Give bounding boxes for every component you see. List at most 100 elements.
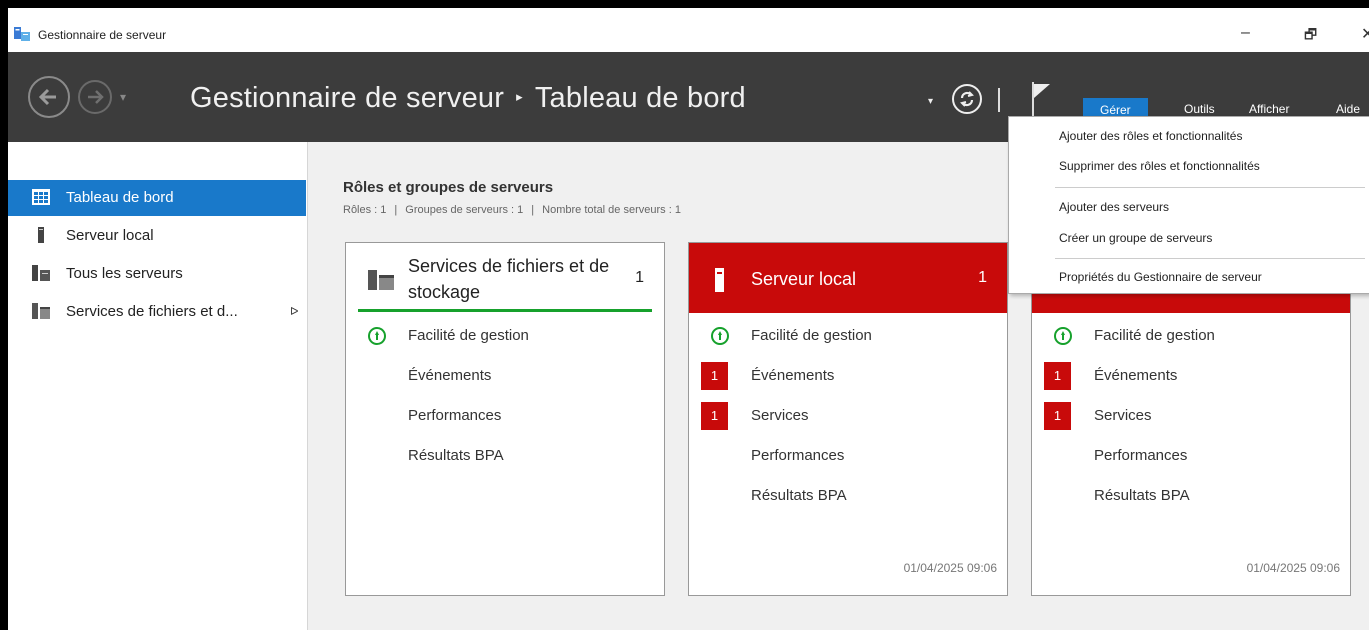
sidebar-item-label: Tous les serveurs (66, 265, 183, 282)
tile-row-bpa[interactable]: Résultats BPA (689, 481, 1007, 511)
breadcrumb: Gestionnaire de serveur ▸ Tableau de bord (190, 82, 746, 115)
server-manager-app-icon (14, 27, 30, 41)
tile-row-manageability[interactable]: Facilité de gestion (1032, 321, 1350, 351)
row-label: Performances (408, 407, 502, 424)
tile-file-storage-services: Services de fichiers et de stockage 1 Fa… (345, 242, 665, 596)
sidebar-item-dashboard[interactable]: Tableau de bord (8, 180, 306, 216)
tile-local-server: Serveur local 1 Facilité de gestion 1 Év… (688, 242, 1008, 596)
menu-item-remove-roles[interactable]: Supprimer des rôles et fonctionnalités (1009, 153, 1369, 181)
tile-timestamp: 01/04/2025 09:06 (1246, 561, 1340, 575)
status-ok-icon (368, 327, 386, 345)
section-stats: Rôles : 1 | Groupes de serveurs : 1 | Nombre… (343, 204, 681, 216)
alert-count-badge: 1 (701, 402, 728, 430)
file-services-icon (32, 303, 50, 319)
refresh-dropdown-icon[interactable]: ▾ (928, 96, 933, 107)
status-ok-icon (711, 327, 729, 345)
menu-divider (1055, 258, 1365, 259)
arrow-right-icon (88, 90, 104, 104)
servers-icon (32, 265, 50, 281)
row-label: Facilité de gestion (408, 327, 529, 344)
restore-button[interactable]: 🗗 (1304, 24, 1317, 48)
sidebar-item-label: Services de fichiers et d... (66, 303, 238, 320)
back-button[interactable] (28, 76, 70, 118)
dashboard-grid-icon (32, 189, 50, 205)
row-label: Résultats BPA (408, 447, 504, 464)
menu-item-label: Supprimer des rôles et fonctionnalités (1059, 159, 1260, 173)
menu-item-label: Ajouter des rôles et fonctionnalités (1059, 129, 1243, 143)
stat-roles: Rôles : 1 (343, 204, 387, 216)
manage-dropdown-menu: Ajouter des rôles et fonctionnalités Sup… (1008, 116, 1369, 294)
tile-title: Serveur local (751, 269, 857, 289)
tile-row-manageability[interactable]: Facilité de gestion (689, 321, 1007, 351)
close-button[interactable]: ✕ (1361, 24, 1369, 44)
tile-title: Services de fichiers et de stockage (408, 256, 610, 302)
menu-divider (1055, 187, 1365, 188)
tile-row-bpa[interactable]: Résultats BPA (346, 441, 664, 471)
sidebar-item-local-server[interactable]: Serveur local (8, 218, 306, 254)
server-icon (38, 227, 44, 243)
file-services-icon (368, 270, 394, 290)
history-dropdown-icon[interactable]: ▾ (120, 90, 126, 104)
notifications-flag-icon[interactable] (1030, 82, 1052, 116)
row-label: Résultats BPA (751, 487, 847, 504)
header-divider (998, 88, 1000, 112)
sidebar-item-label: Tableau de bord (66, 189, 174, 206)
tile-row-events[interactable]: 1 Événements (1032, 361, 1350, 391)
server-icon (715, 268, 724, 292)
breadcrumb-root[interactable]: Gestionnaire de serveur (190, 82, 504, 114)
stat-groups: Groupes de serveurs : 1 (405, 204, 524, 216)
tile-row-services[interactable]: 1 Services (689, 401, 1007, 431)
menu-item-add-servers[interactable]: Ajouter des serveurs (1009, 194, 1369, 222)
tile-row-bpa[interactable]: Résultats BPA (1032, 481, 1350, 511)
row-label: Services (751, 407, 809, 424)
tile-row-services[interactable]: 1 Services (1032, 401, 1350, 431)
row-label: Événements (1094, 367, 1178, 384)
stat-separator: | (394, 204, 398, 216)
tile-row-performance[interactable]: Performances (689, 441, 1007, 471)
menu-item-label: Ajouter des serveurs (1059, 200, 1170, 214)
tile-row-events[interactable]: Événements (346, 361, 664, 391)
row-label: Services (1094, 407, 1152, 424)
tile-header[interactable]: Serveur local 1 (689, 243, 1007, 313)
row-label: Performances (1094, 447, 1188, 464)
sidebar-item-all-servers[interactable]: Tous les serveurs (8, 256, 306, 292)
row-label: Événements (751, 367, 835, 384)
stat-separator: | (531, 204, 535, 216)
tile-row-events[interactable]: 1 Événements (689, 361, 1007, 391)
expand-arrow-icon[interactable]: ᐅ (290, 305, 298, 318)
refresh-icon[interactable] (952, 84, 982, 114)
arrow-left-icon (38, 88, 56, 106)
status-ok-line (358, 309, 652, 312)
forward-button[interactable] (78, 80, 112, 114)
menu-item-label: Propriétés du Gestionnaire de serveur (1059, 270, 1262, 284)
breadcrumb-current: Tableau de bord (534, 82, 746, 114)
menu-item-add-roles[interactable]: Ajouter des rôles et fonctionnalités (1009, 123, 1369, 151)
title-bar: Gestionnaire de serveur – 🗗 ✕ (8, 8, 1369, 52)
row-label: Facilité de gestion (751, 327, 872, 344)
tile-row-performance[interactable]: Performances (346, 401, 664, 431)
tile-count: 1 (978, 269, 987, 286)
alert-count-badge: 1 (1044, 362, 1071, 390)
sidebar: Tableau de bord Serveur local Tous les s… (8, 142, 308, 630)
tile-timestamp: 01/04/2025 09:06 (903, 561, 997, 575)
sidebar-item-label: Serveur local (66, 227, 154, 244)
sidebar-item-file-services[interactable]: Services de fichiers et d... ᐅ (8, 294, 306, 330)
tile-row-manageability[interactable]: Facilité de gestion (346, 321, 664, 351)
row-label: Facilité de gestion (1094, 327, 1215, 344)
row-label: Résultats BPA (1094, 487, 1190, 504)
row-label: Performances (751, 447, 845, 464)
minimize-button[interactable]: – (1241, 24, 1250, 42)
tile-header[interactable]: Services de fichiers et de stockage 1 (346, 243, 664, 313)
tile-row-performance[interactable]: Performances (1032, 441, 1350, 471)
stat-total-servers: Nombre total de serveurs : 1 (542, 204, 681, 216)
section-title: Rôles et groupes de serveurs (343, 179, 554, 196)
status-ok-icon (1054, 327, 1072, 345)
tile-count: 1 (635, 269, 644, 286)
window-title: Gestionnaire de serveur (38, 28, 167, 42)
server-manager-window: Gestionnaire de serveur – 🗗 ✕ ▾ Gestionn… (8, 8, 1369, 630)
menu-item-create-server-group[interactable]: Créer un groupe de serveurs (1009, 225, 1369, 253)
alert-count-badge: 1 (1044, 402, 1071, 430)
menu-item-server-manager-properties[interactable]: Propriétés du Gestionnaire de serveur (1009, 264, 1369, 292)
alert-count-badge: 1 (701, 362, 728, 390)
tile-all-servers: Facilité de gestion 1 Événements 1 Servi… (1031, 242, 1351, 596)
